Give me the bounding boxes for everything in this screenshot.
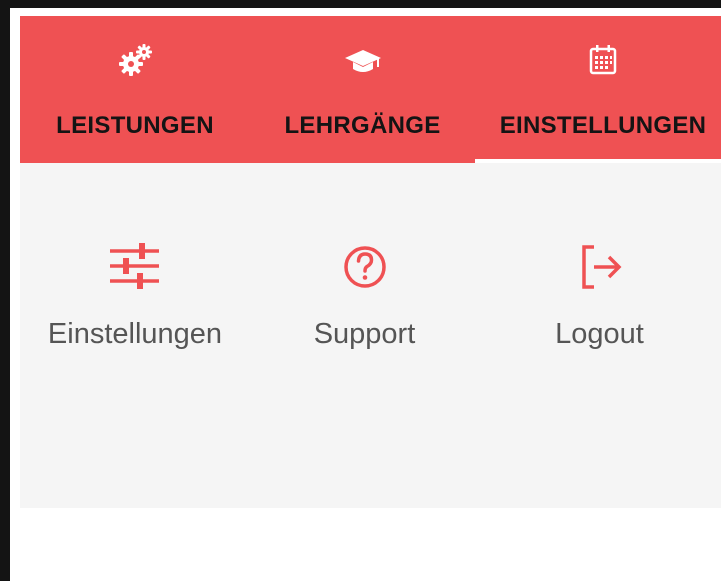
graduation-cap-icon xyxy=(344,50,381,72)
tab-label: EINSTELLUNGEN xyxy=(499,112,707,139)
app-frame: LEISTUNGEN LEHRGÄNGE EINSTELLUNGEN Einst… xyxy=(0,0,721,581)
sliders-icon xyxy=(110,243,159,289)
tab-label: LEHRGÄNGE xyxy=(284,112,441,139)
tab-label: LEISTUNGEN xyxy=(56,112,214,139)
calendar-icon xyxy=(589,45,617,75)
tab-bar: LEISTUNGEN LEHRGÄNGE EINSTELLUNGEN xyxy=(20,16,721,163)
tab-lehrgaenge[interactable]: LEHRGÄNGE xyxy=(250,16,475,163)
settings-panel: Einstellungen Support Logout xyxy=(20,163,721,508)
tab-leistungen[interactable]: LEISTUNGEN xyxy=(20,16,250,163)
support-button[interactable]: Support xyxy=(252,163,477,393)
einstellungen-button[interactable]: Einstellungen xyxy=(20,163,250,393)
item-label: Logout xyxy=(555,318,644,350)
item-label: Support xyxy=(313,318,416,350)
tab-einstellungen[interactable]: EINSTELLUNGEN xyxy=(475,16,721,163)
item-label: Einstellungen xyxy=(47,318,223,350)
gears-icon xyxy=(119,44,152,76)
logout-button[interactable]: Logout xyxy=(482,163,717,393)
logout-icon xyxy=(581,245,621,289)
help-circle-icon xyxy=(343,246,386,288)
